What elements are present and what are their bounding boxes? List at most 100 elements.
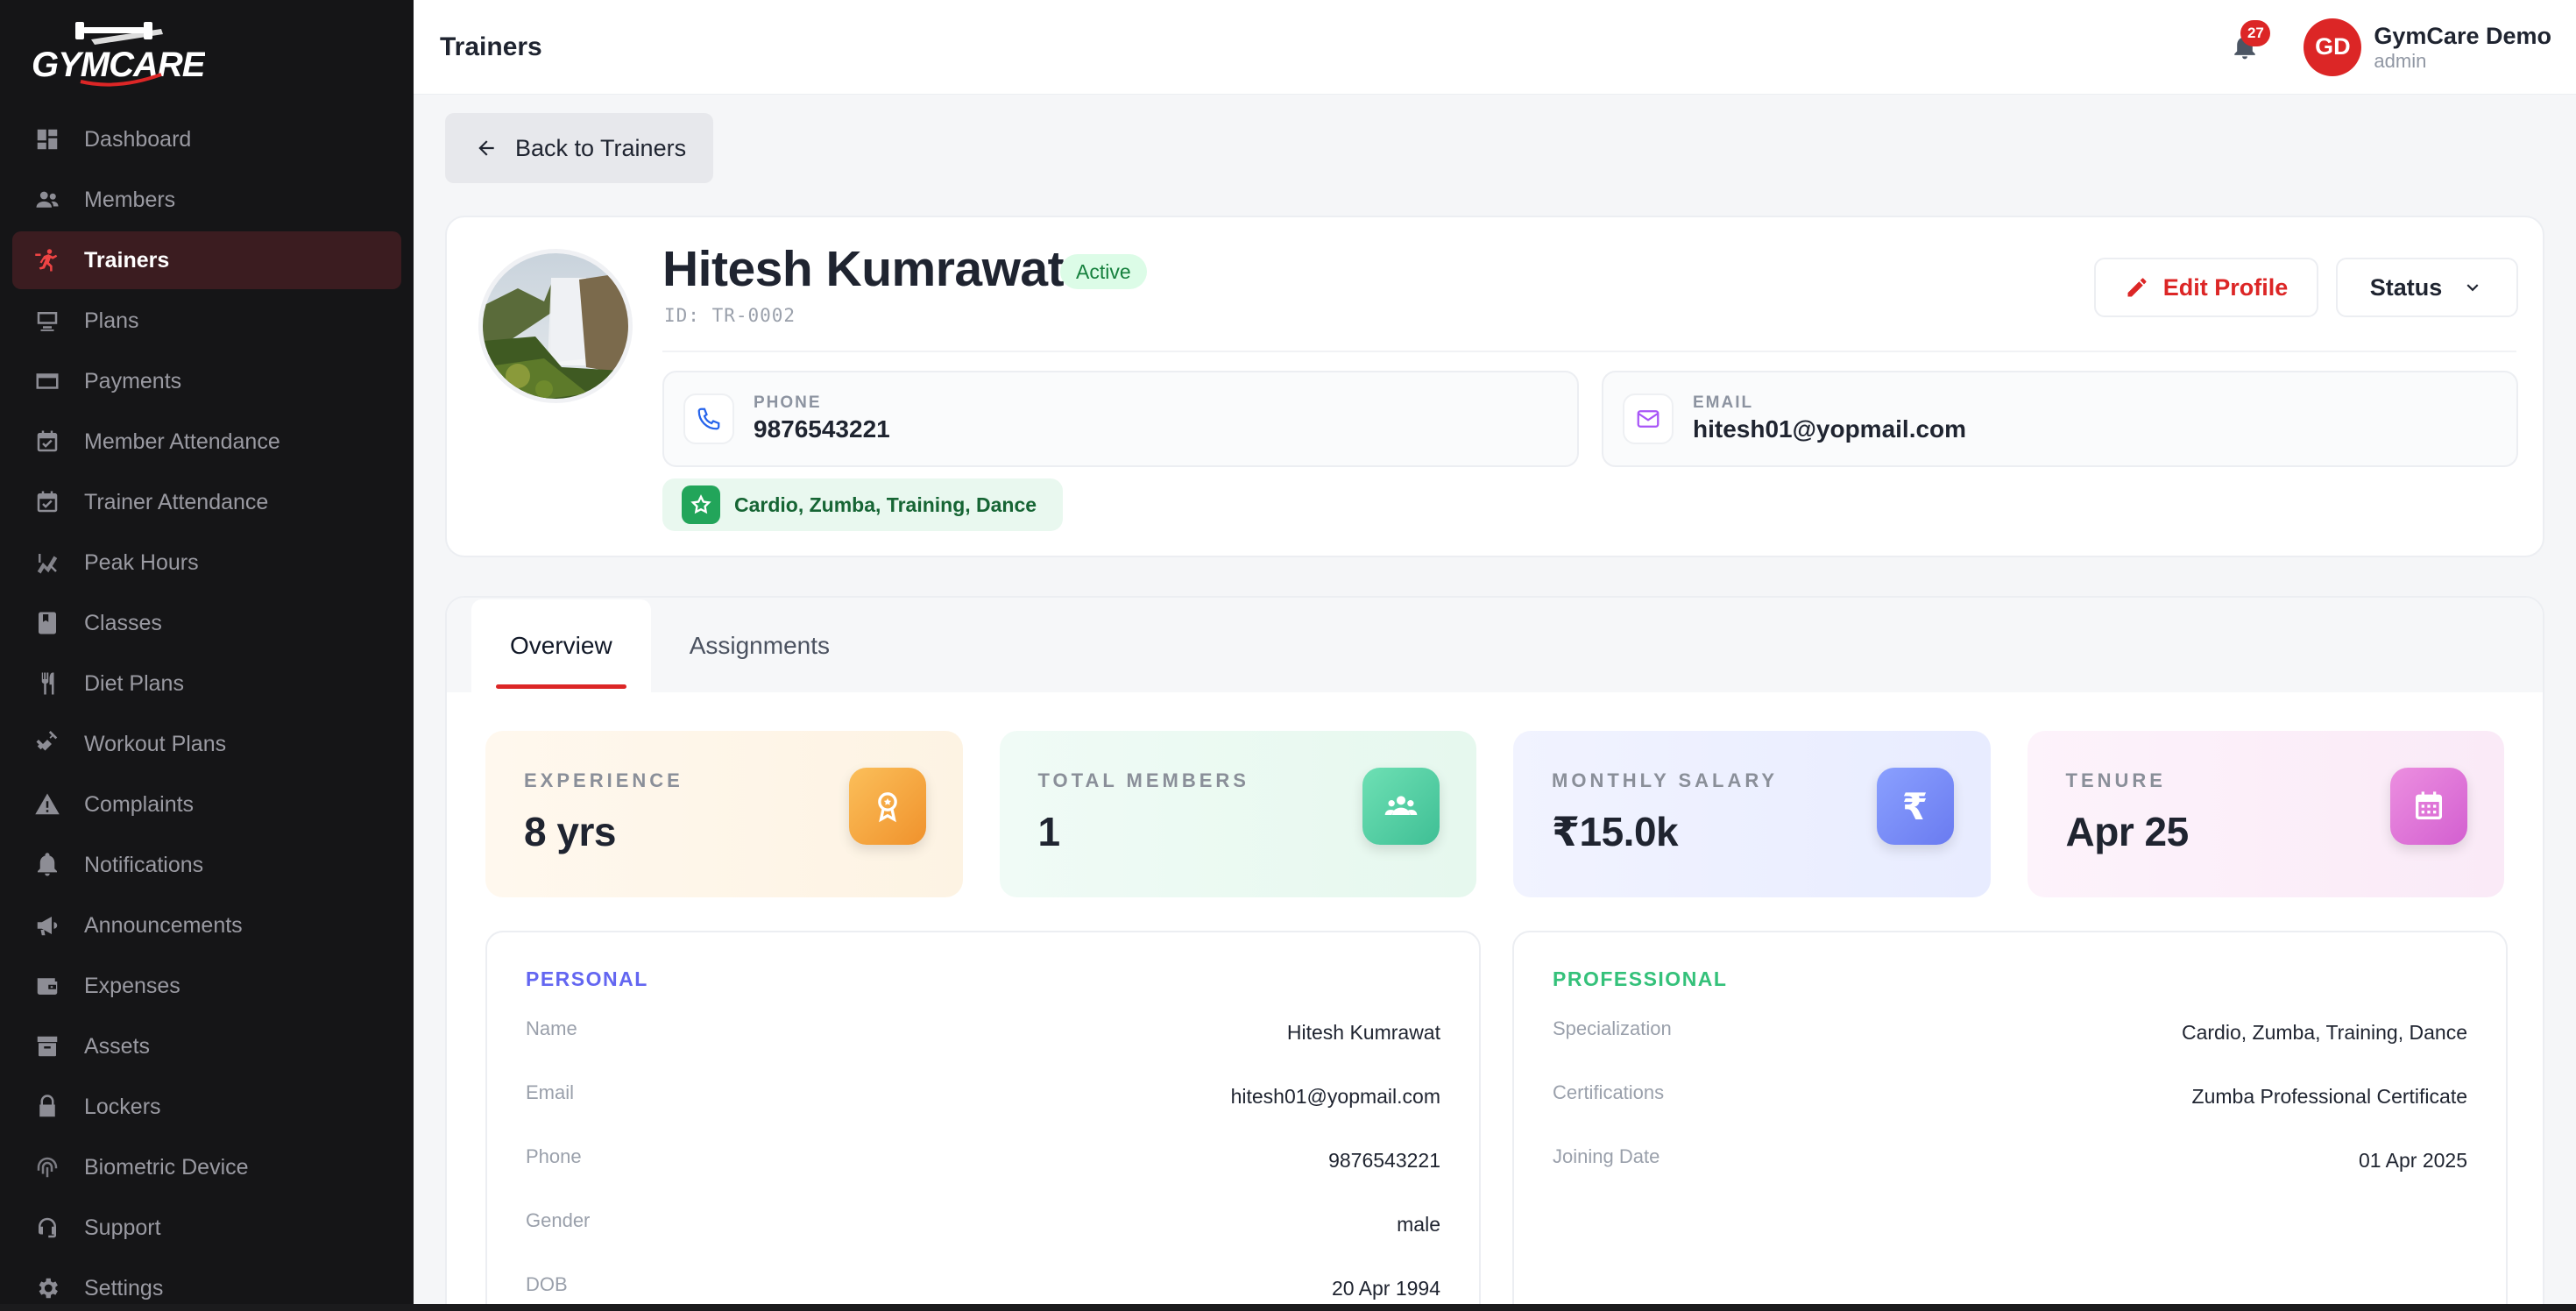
megaphone-icon [33,911,61,939]
profile-photo [478,249,633,403]
tab-assignments[interactable]: Assignments [651,599,868,692]
tab-overview[interactable]: Overview [471,599,651,692]
sidebar-item-expenses[interactable]: Expenses [12,957,401,1015]
info-row: Gender male [526,1209,1440,1273]
archive-icon [33,1032,61,1060]
trainer-id: ID: TR-0002 [664,305,796,326]
divider [662,351,2516,352]
sidebar-item-label: Settings [84,1275,164,1300]
star-icon [682,485,720,524]
sidebar-item-support[interactable]: Support [12,1199,401,1257]
sidebar-item-label: Lockers [84,1094,161,1119]
top-bar: Trainers 27 GD GymCare Demo admin [414,0,2576,95]
status-dropdown-label: Status [2369,273,2443,301]
sidebar-item-label: Peak Hours [84,549,199,575]
sidebar-item-assets[interactable]: Assets [12,1017,401,1075]
sidebar-item-classes[interactable]: Classes [12,594,401,652]
lock-icon [33,1093,61,1121]
wallet-icon [33,972,61,1000]
app-window: GYMCARE Dashboard Members Trainers Plans Pay… [0,0,2576,1304]
sidebar-item-label: Trainers [84,247,170,273]
email-contact[interactable]: EMAIL hitesh01@yopmail.com [1602,371,2518,467]
phone-contact[interactable]: PHONE 9876543221 [662,371,1579,467]
personal-info-card: PERSONAL Name Hitesh Kumrawat Email hitesh0… [485,931,1481,1304]
sidebar-item-peak-hours[interactable]: Peak Hours [12,534,401,592]
user-role: admin [2374,49,2427,72]
calendar-check-icon [33,488,61,516]
mail-icon [1623,393,1674,444]
info-value: Hitesh Kumrawat [1286,1021,1440,1044]
edit-profile-label: Edit Profile [2162,273,2289,301]
brand-logo[interactable]: GYMCARE [0,0,414,110]
sidebar-item-trainer-attendance[interactable]: Trainer Attendance [12,473,401,531]
dumbbell-icon [33,730,61,758]
email-value: hitesh01@yopmail.com [1693,415,1967,443]
sidebar-item-label: Trainer Attendance [84,489,269,514]
chevron-down-icon [2466,284,2479,292]
stat-card-monthly-salary: MONTHLY SALARY ₹15.0k ₹ [1513,731,1991,897]
back-to-trainers-button[interactable]: Back to Trainers [445,113,713,183]
sidebar-item-label: Support [84,1215,161,1240]
info-label: Gender [526,1209,591,1231]
info-label: Specialization [1553,1017,1672,1039]
status-dropdown[interactable]: Status [2336,258,2518,317]
main-content: Trainers 27 GD GymCare Demo admin Back t… [414,0,2576,1304]
sidebar-item-member-attendance[interactable]: Member Attendance [12,413,401,471]
payments-icon [33,367,61,395]
notifications-button[interactable]: 27 [2225,19,2271,67]
info-row: Email hitesh01@yopmail.com [526,1081,1440,1145]
info-label: Joining Date [1553,1145,1660,1167]
user-menu[interactable]: GD GymCare Demo admin [2304,18,2551,76]
info-row: Specialization Cardio, Zumba, Training, D… [1553,1017,2467,1081]
personal-rows: Name Hitesh Kumrawat Email hitesh01@yopmail… [526,1017,1440,1304]
stat-card-experience: EXPERIENCE 8 yrs [485,731,963,897]
plans-icon [33,307,61,335]
section-heading: PROFESSIONAL [1553,967,1728,990]
sidebar-item-payments[interactable]: Payments [12,352,401,410]
info-label: Name [526,1017,577,1039]
stat-card-total-members: TOTAL MEMBERS 1 [999,731,1476,897]
bell-icon [33,851,61,879]
sidebar-item-notifications[interactable]: Notifications [12,836,401,894]
edit-profile-button[interactable]: Edit Profile [2094,258,2318,317]
sidebar-item-label: Members [84,187,176,212]
sidebar-item-announcements[interactable]: Announcements [12,896,401,954]
sidebar-item-lockers[interactable]: Lockers [12,1078,401,1136]
utensils-icon [33,670,61,698]
rupee-icon: ₹ [1876,768,1954,845]
info-value: 9876543221 [1328,1149,1440,1172]
sidebar-item-label: Diet Plans [84,670,184,696]
phone-icon [683,393,734,444]
svg-text:GYMCARE: GYMCARE [32,46,205,84]
notification-count-badge: 27 [2240,19,2271,46]
sidebar-item-complaints[interactable]: Complaints [12,776,401,833]
phone-label: PHONE [754,393,822,412]
section-heading: PERSONAL [526,967,648,990]
calendar-icon [2390,768,2467,845]
sidebar-item-trainers[interactable]: Trainers [12,231,401,289]
stats-row: EXPERIENCE 8 yrs TOTAL MEMBERS 1 MONTHLY… [485,731,2504,897]
user-name: GymCare Demo [2374,22,2551,49]
sidebar-item-label: Classes [84,610,162,635]
sidebar-item-settings[interactable]: Settings [12,1259,401,1304]
sidebar-item-label: Expenses [84,973,180,998]
sidebar-item-diet-plans[interactable]: Diet Plans [12,655,401,712]
pencil-icon [2127,278,2147,297]
info-value: 20 Apr 1994 [1331,1277,1440,1300]
tab-bar: Overview Assignments [447,598,2543,692]
sidebar-item-members[interactable]: Members [12,171,401,229]
sidebar-item-label: Member Attendance [84,429,280,454]
avatar: GD [2304,18,2362,76]
email-label: EMAIL [1693,393,1754,412]
sidebar-item-label: Workout Plans [84,731,227,756]
info-row: Joining Date 01 Apr 2025 [1553,1145,2467,1209]
sidebar-item-biometric-device[interactable]: Biometric Device [12,1138,401,1196]
sidebar-item-plans[interactable]: Plans [12,292,401,350]
page-title: Trainers [440,32,542,61]
sidebar-nav: Dashboard Members Trainers Plans Payments Mem… [0,110,414,1304]
phone-value: 9876543221 [754,415,890,443]
sidebar-item-workout-plans[interactable]: Workout Plans [12,715,401,773]
calendar-check-icon [33,428,61,456]
info-row: Name Hitesh Kumrawat [526,1017,1440,1081]
sidebar-item-dashboard[interactable]: Dashboard [12,110,401,168]
